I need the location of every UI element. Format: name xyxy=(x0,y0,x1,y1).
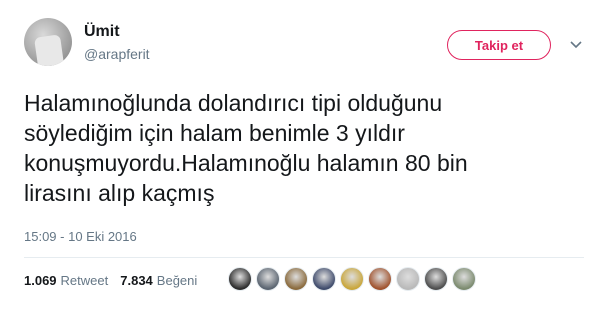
like-count[interactable]: 7.834 xyxy=(120,273,153,288)
divider xyxy=(24,257,584,258)
liker-avatar-9[interactable] xyxy=(452,267,476,291)
like-label[interactable]: Beğeni xyxy=(157,273,197,288)
liker-avatar-6[interactable] xyxy=(368,267,392,291)
liker-avatar-1[interactable] xyxy=(228,267,252,291)
tweet-line: söylediğim için halam benimle 3 yıldır xyxy=(24,120,405,146)
avatar[interactable] xyxy=(24,18,72,66)
tweet-line: konuşmuyordu.Halamınoğlu halamın 80 bin xyxy=(24,150,468,176)
avatar-figure xyxy=(34,34,64,66)
tweet-text: Halamınoğlunda dolandırıcı tipi olduğunu… xyxy=(24,88,584,208)
liker-avatar-8[interactable] xyxy=(424,267,448,291)
display-name[interactable]: Ümit xyxy=(84,23,120,41)
retweet-count[interactable]: 1.069 xyxy=(24,273,57,288)
tweet-stats: 1.069 Retweet 7.834 Beğeni xyxy=(24,270,197,290)
tweet-line: Halamınoğlunda dolandırıcı tipi olduğunu xyxy=(24,90,443,116)
liker-avatar-4[interactable] xyxy=(312,267,336,291)
liker-avatar-3[interactable] xyxy=(284,267,308,291)
liker-avatar-2[interactable] xyxy=(256,267,280,291)
follow-button[interactable]: Takip et xyxy=(447,30,551,60)
tweet-line: lirasını alıp kaçmış xyxy=(24,180,215,206)
liker-avatar-5[interactable] xyxy=(340,267,364,291)
user-handle[interactable]: @arapferit xyxy=(84,46,150,62)
liker-avatar-7[interactable] xyxy=(396,267,420,291)
retweet-label[interactable]: Retweet xyxy=(61,273,109,288)
chevron-down-icon[interactable] xyxy=(569,38,583,52)
tweet-timestamp[interactable]: 15:09 - 10 Eki 2016 xyxy=(24,229,137,244)
liker-avatars xyxy=(228,267,480,293)
